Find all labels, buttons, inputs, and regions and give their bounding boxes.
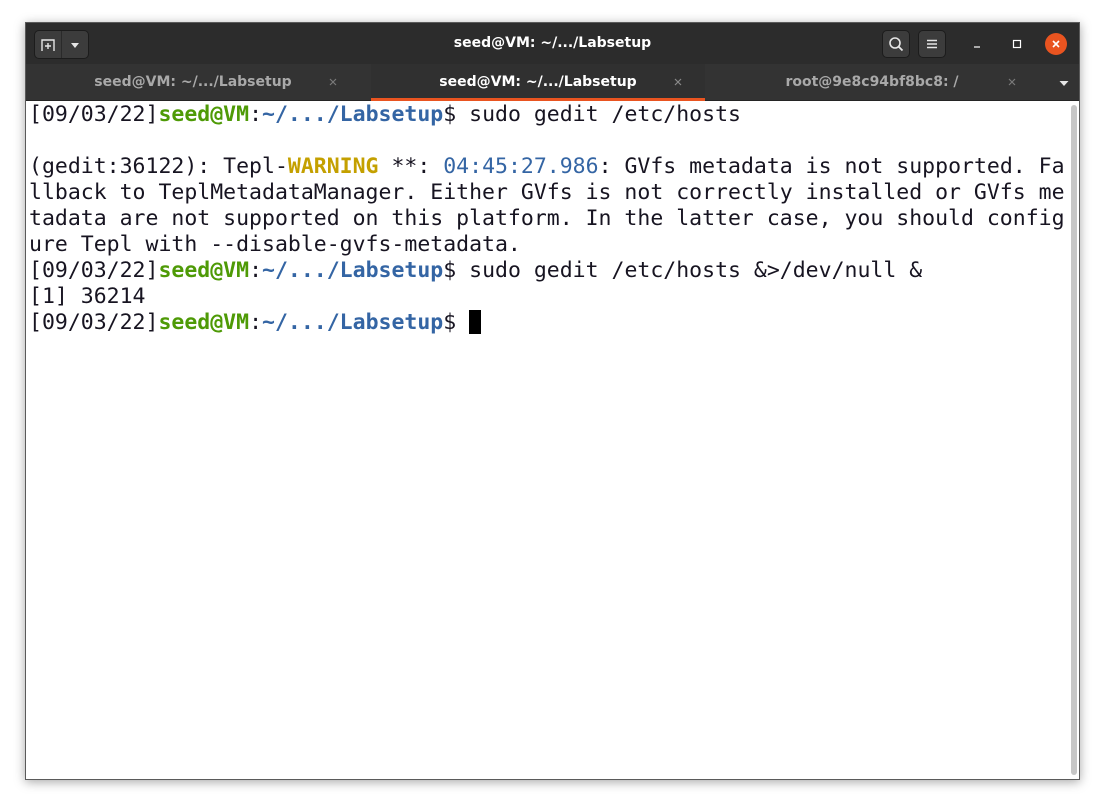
text-cursor <box>469 310 482 334</box>
maximize-icon <box>1012 39 1022 49</box>
terminal-line: (gedit:36122): Tepl-WARNING **: 04:45:27… <box>29 154 1067 180</box>
terminal-line: [09/03/22]seed@VM:~/.../Labsetup$ sudo g… <box>29 102 1067 128</box>
terminal-line: ure Tepl with --disable-gvfs-metadata. <box>29 232 521 257</box>
tab-2-active[interactable]: seed@VM: ~/.../Labsetup <box>371 64 705 101</box>
terminal-line: [1] 36214 <box>29 284 146 309</box>
command-text: sudo gedit /etc/hosts &>/dev/null & <box>456 258 923 283</box>
prompt-date: [09/03/22] <box>29 310 159 335</box>
hamburger-menu-icon <box>927 39 937 49</box>
warning-message: : GVfs metadata is not supported. Fa <box>598 154 1065 179</box>
terminal-line: tadata are not supported on this platfor… <box>29 206 1065 231</box>
warning-prefix: (gedit:36122): Tepl- <box>29 154 288 179</box>
search-icon <box>889 37 904 52</box>
command-text: sudo gedit /etc/hosts <box>456 102 741 127</box>
terminal-text: [09/03/22]seed@VM:~/.../Labsetup$ sudo g… <box>29 102 1067 336</box>
warning-mid: **: <box>378 154 444 179</box>
prompt-colon: : <box>249 102 263 127</box>
minimize-icon <box>974 46 980 48</box>
close-icon <box>1052 40 1060 48</box>
terminal-line: llback to TeplMetadataManager. Either GV… <box>29 180 1065 205</box>
terminal-line: [09/03/22]seed@VM:~/.../Labsetup$ sudo g… <box>29 258 1067 284</box>
prompt-path: ~/.../Labsetup <box>262 258 444 283</box>
prompt-user: seed@VM <box>158 258 250 283</box>
prompt-path: ~/.../Labsetup <box>262 102 444 127</box>
tab-label: seed@VM: ~/.../Labsetup <box>439 74 637 90</box>
tab-bar: seed@VM: ~/.../Labsetup seed@VM: ~/.../L… <box>26 64 1079 101</box>
menu-button[interactable] <box>918 30 946 58</box>
warning-label: WARNING <box>287 154 379 179</box>
warning-timestamp: 04:45:27.986 <box>443 154 599 179</box>
terminal-window: seed@VM: ~/.../Labsetup seed@VM: ~/.../L… <box>25 22 1080 780</box>
prompt-path: ~/.../Labsetup <box>262 310 444 335</box>
prompt-date: [09/03/22] <box>29 258 159 283</box>
minimize-button[interactable] <box>966 33 988 55</box>
close-window-button[interactable] <box>1045 33 1067 55</box>
prompt-symbol: $ <box>443 258 457 283</box>
prompt-symbol: $ <box>443 102 457 127</box>
tabs-menu-button[interactable] <box>1055 74 1073 92</box>
title-bar: seed@VM: ~/.../Labsetup <box>26 23 1079 64</box>
prompt-colon: : <box>249 310 263 335</box>
maximize-button[interactable] <box>1006 33 1028 55</box>
tab-label: root@9e8c94bf8bc8: / <box>785 74 959 90</box>
search-button[interactable] <box>882 30 910 58</box>
prompt-user: seed@VM <box>158 102 250 127</box>
tab-close-icon[interactable] <box>672 76 684 88</box>
tab-1[interactable]: seed@VM: ~/.../Labsetup <box>26 64 360 101</box>
scrollbar[interactable] <box>1071 105 1077 775</box>
tab-close-icon[interactable] <box>1006 76 1018 88</box>
chevron-down-icon <box>1059 81 1069 86</box>
terminal-line: [09/03/22]seed@VM:~/.../Labsetup$ <box>29 310 1067 336</box>
prompt-colon: : <box>249 258 263 283</box>
terminal-output[interactable]: [09/03/22]seed@VM:~/.../Labsetup$ sudo g… <box>26 101 1079 779</box>
command-text <box>456 310 469 335</box>
tab-close-icon[interactable] <box>327 76 339 88</box>
prompt-date: [09/03/22] <box>29 102 159 127</box>
tab-label: seed@VM: ~/.../Labsetup <box>94 74 292 90</box>
tab-3[interactable]: root@9e8c94bf8bc8: / <box>705 64 1039 101</box>
prompt-symbol: $ <box>443 310 457 335</box>
prompt-user: seed@VM <box>158 310 250 335</box>
